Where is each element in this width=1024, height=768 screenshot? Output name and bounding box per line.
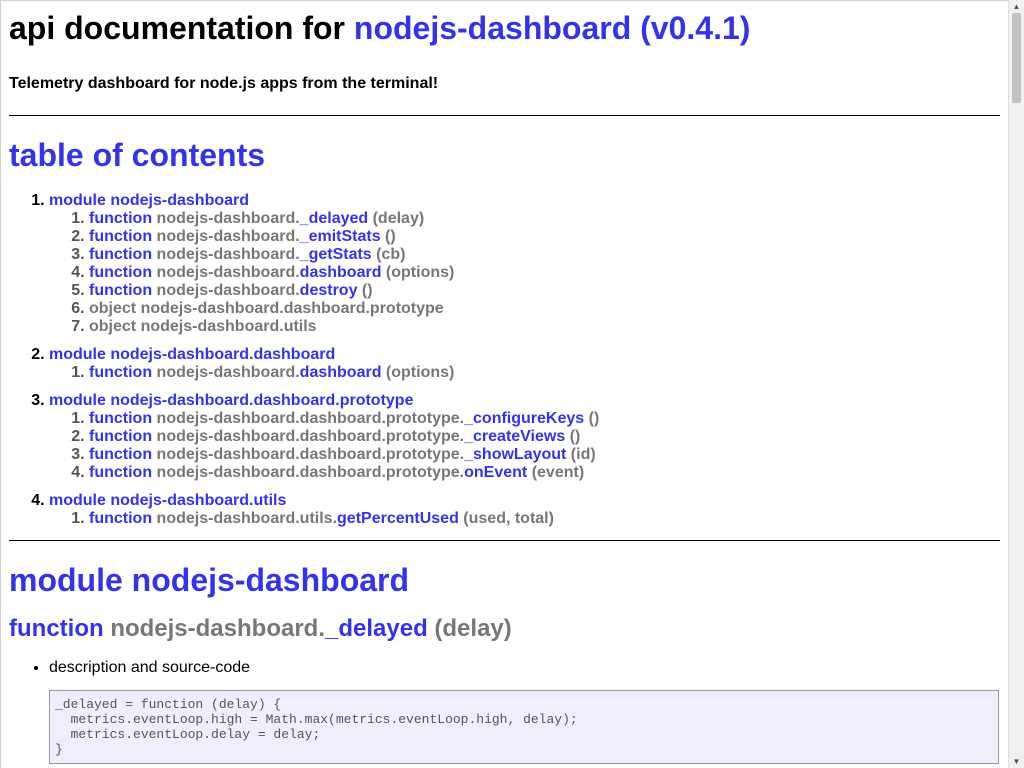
toc-function-keyword: function — [89, 264, 153, 281]
toc-function-args: () — [380, 228, 396, 245]
toc-function-args: () — [357, 282, 373, 299]
package-description: Telemetry dashboard for node.js apps fro… — [9, 75, 439, 92]
toc-function-name: getPercentUsed — [337, 510, 459, 527]
toc-function-keyword: function — [89, 510, 153, 527]
toc-module-item: module nodejs-dashboard.dashboardfunctio… — [49, 346, 1000, 382]
function-namespace: nodejs-dashboard. — [110, 615, 325, 642]
toc-module-link[interactable]: module nodejs-dashboard.dashboard — [49, 346, 335, 363]
function-name: _delayed — [325, 615, 428, 642]
toc-function-keyword: function — [89, 364, 153, 381]
function-heading[interactable]: function nodejs-dashboard._delayed (dela… — [9, 615, 1000, 643]
toc-sublist: function nodejs-dashboard.dashboard.prot… — [49, 410, 1000, 482]
toc-function-args: (event) — [527, 464, 585, 481]
document-viewport: api documentation for nodejs-dashboard (… — [0, 0, 1008, 768]
toc-title: table of contents — [9, 137, 266, 173]
toc-function-keyword: function — [89, 464, 153, 481]
toc-function-args: () — [565, 428, 581, 445]
toc-function-name: destroy — [299, 282, 358, 299]
toc-function-name: dashboard — [299, 364, 382, 381]
toc-function-args: (used, total) — [458, 510, 554, 527]
toc-function-name: _configureKeys — [464, 410, 585, 427]
toc-module-link[interactable]: module nodejs-dashboard — [49, 192, 249, 209]
toc-module-link[interactable]: module nodejs-dashboard.utils — [49, 492, 286, 509]
toc-sublist: function nodejs-dashboard.utils.getPerce… — [49, 510, 1000, 528]
function-details: description and source-code — [9, 659, 1000, 677]
toc-namespace: nodejs-dashboard. — [156, 210, 300, 227]
toc-function-args: (delay) — [368, 210, 425, 227]
toc-function-name: onEvent — [464, 464, 528, 481]
scroll-up-arrow-icon[interactable]: ▲ — [1009, 0, 1024, 13]
toc-entry[interactable]: function nodejs-dashboard._getStats (cb) — [89, 246, 1000, 264]
toc-function-args: () — [584, 410, 600, 427]
function-keyword: function — [9, 615, 104, 642]
scrollbar-thumb[interactable] — [1012, 13, 1021, 103]
toc-entry[interactable]: function nodejs-dashboard.dashboard (opt… — [89, 364, 1000, 382]
toc-module-item: module nodejs-dashboard.dashboard.protot… — [49, 392, 1000, 482]
toc-entry[interactable]: function nodejs-dashboard.utils.getPerce… — [89, 510, 1000, 528]
toc-entry[interactable]: function nodejs-dashboard._delayed (dela… — [89, 210, 1000, 228]
toc-namespace: nodejs-dashboard.dashboard.prototype. — [156, 446, 465, 463]
page-content: api documentation for nodejs-dashboard (… — [1, 10, 1008, 764]
page-title: api documentation for nodejs-dashboard (… — [9, 10, 1000, 47]
toc-entry[interactable]: function nodejs-dashboard.dashboard.prot… — [89, 446, 1000, 464]
toc-function-name: _getStats — [299, 246, 372, 263]
detail-item: description and source-code — [49, 659, 1000, 677]
toc-function-name: _emitStats — [299, 228, 381, 245]
toc-entry[interactable]: function nodejs-dashboard.destroy () — [89, 282, 1000, 300]
toc-entry[interactable]: function nodejs-dashboard.dashboard (opt… — [89, 264, 1000, 282]
toc-function-keyword: function — [89, 228, 153, 245]
toc-function-keyword: function — [89, 210, 153, 227]
package-link[interactable]: nodejs-dashboard (v0.4.1) — [354, 10, 751, 46]
toc-module-item: module nodejs-dashboardfunction nodejs-d… — [49, 192, 1000, 336]
toc-sublist: function nodejs-dashboard.dashboard (opt… — [49, 364, 1000, 382]
toc-function-args: (cb) — [371, 246, 406, 263]
toc-function-name: _delayed — [299, 210, 369, 227]
table-of-contents: module nodejs-dashboardfunction nodejs-d… — [9, 192, 1000, 528]
toc-module-item: module nodejs-dashboard.utilsfunction no… — [49, 492, 1000, 528]
title-prefix: api documentation for — [9, 10, 354, 46]
toc-namespace: nodejs-dashboard. — [156, 228, 300, 245]
toc-function-keyword: function — [89, 446, 153, 463]
toc-function-keyword: function — [89, 410, 153, 427]
toc-entry[interactable]: object nodejs-dashboard.dashboard.protot… — [89, 300, 1000, 318]
toc-namespace: nodejs-dashboard.dashboard.prototype. — [156, 410, 465, 427]
function-args: (delay) — [427, 615, 512, 642]
toc-function-args: (options) — [381, 264, 455, 281]
source-code-block: _delayed = function (delay) { metrics.ev… — [49, 690, 999, 764]
toc-namespace: nodejs-dashboard. — [156, 246, 300, 263]
toc-entry[interactable]: function nodejs-dashboard.dashboard.prot… — [89, 428, 1000, 446]
toc-namespace: nodejs-dashboard.dashboard.prototype. — [156, 428, 465, 445]
toc-namespace: nodejs-dashboard. — [156, 364, 300, 381]
divider — [9, 115, 1000, 116]
toc-function-keyword: function — [89, 246, 153, 263]
toc-entry[interactable]: function nodejs-dashboard.dashboard.prot… — [89, 464, 1000, 482]
toc-namespace: nodejs-dashboard. — [156, 264, 300, 281]
toc-object-label: object nodejs-dashboard.utils — [89, 318, 317, 335]
vertical-scrollbar[interactable]: ▲ ▼ — [1008, 0, 1024, 768]
toc-object-label: object nodejs-dashboard.dashboard.protot… — [89, 300, 444, 317]
toc-function-args: (options) — [381, 364, 455, 381]
scroll-down-arrow-icon[interactable]: ▼ — [1009, 755, 1024, 768]
toc-sublist: function nodejs-dashboard._delayed (dela… — [49, 210, 1000, 336]
toc-function-keyword: function — [89, 282, 153, 299]
toc-function-name: _createViews — [464, 428, 566, 445]
module-heading[interactable]: module nodejs-dashboard — [9, 562, 1000, 599]
toc-namespace: nodejs-dashboard.utils. — [156, 510, 338, 527]
toc-entry[interactable]: function nodejs-dashboard._emitStats () — [89, 228, 1000, 246]
divider — [9, 540, 1000, 541]
toc-function-name: _showLayout — [464, 446, 567, 463]
toc-function-args: (id) — [566, 446, 596, 463]
toc-entry[interactable]: function nodejs-dashboard.dashboard.prot… — [89, 410, 1000, 428]
toc-module-link[interactable]: module nodejs-dashboard.dashboard.protot… — [49, 392, 413, 409]
toc-entry[interactable]: object nodejs-dashboard.utils — [89, 318, 1000, 336]
toc-function-keyword: function — [89, 428, 153, 445]
toc-function-name: dashboard — [299, 264, 382, 281]
toc-namespace: nodejs-dashboard. — [156, 282, 300, 299]
toc-namespace: nodejs-dashboard.dashboard.prototype. — [156, 464, 465, 481]
